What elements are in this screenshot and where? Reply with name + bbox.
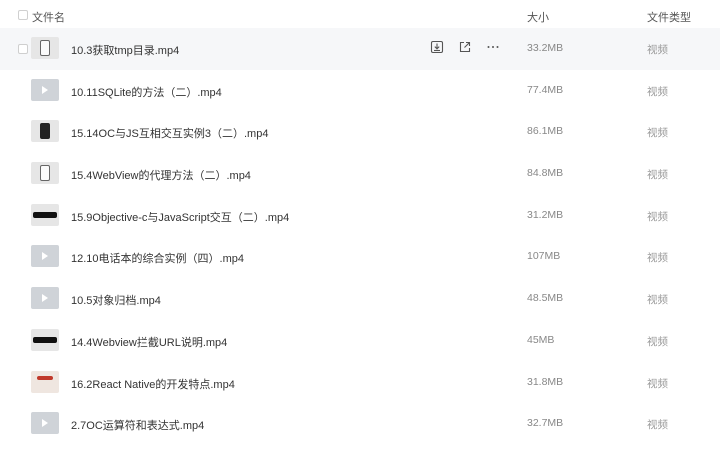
- file-name[interactable]: 10.11SQLite的方法（二）.mp4: [71, 84, 222, 100]
- file-row[interactable]: 10.11SQLite的方法（二）.mp4 77.4MB 视频: [0, 70, 720, 112]
- video-thumbnail: [31, 328, 59, 351]
- file-type: 视频: [647, 169, 668, 182]
- video-thumbnail: [31, 78, 59, 101]
- file-type: 视频: [647, 335, 668, 348]
- column-header-name[interactable]: 文件名: [32, 9, 65, 25]
- row-checkbox[interactable]: [18, 44, 28, 54]
- share-icon[interactable]: [458, 40, 472, 54]
- file-size: 31.8MB: [527, 375, 564, 388]
- file-row[interactable]: 12.10电话本的综合实例（四）.mp4 107MB 视频: [0, 236, 720, 278]
- download-icon[interactable]: [430, 40, 444, 54]
- file-type: 视频: [647, 294, 668, 307]
- file-type: 视频: [647, 252, 668, 265]
- file-name[interactable]: 2.7OC运算符和表达式.mp4: [71, 417, 204, 433]
- video-thumbnail: [31, 37, 59, 59]
- play-icon: [42, 294, 48, 303]
- file-type: 视频: [647, 85, 668, 98]
- file-size: 77.4MB: [527, 83, 564, 96]
- file-type: 视频: [647, 44, 668, 56]
- file-row[interactable]: 15.4WebView的代理方法（二）.mp4 84.8MB 视频: [0, 153, 720, 195]
- file-name[interactable]: 15.14OC与JS互相交互实例3（二）.mp4: [71, 125, 268, 141]
- file-row[interactable]: 16.2React Native的开发特点.mp4 31.8MB 视频: [0, 362, 720, 404]
- file-size: 107MB: [527, 250, 561, 263]
- file-name[interactable]: 10.5对象归档.mp4: [71, 292, 161, 308]
- video-thumbnail: [31, 120, 59, 143]
- column-header-type[interactable]: 文件类型: [647, 9, 691, 25]
- file-type: 视频: [647, 127, 668, 140]
- file-size: 31.2MB: [527, 208, 564, 221]
- video-thumbnail: [31, 412, 59, 435]
- more-icon[interactable]: [486, 40, 500, 54]
- file-name[interactable]: 15.9Objective-c与JavaScript交互（二）.mp4: [71, 209, 289, 225]
- file-list: 10.3获取tmp目录.mp4 33.2MB 视频 10.11SQLite的方法（二）…: [0, 28, 720, 445]
- file-size: 33.2MB: [527, 42, 564, 54]
- file-name[interactable]: 16.2React Native的开发特点.mp4: [71, 376, 235, 392]
- file-type: 视频: [647, 377, 668, 390]
- video-thumbnail: [31, 245, 59, 268]
- file-size: 32.7MB: [527, 417, 564, 430]
- file-row[interactable]: 10.3获取tmp目录.mp4 33.2MB 视频: [0, 28, 720, 70]
- file-name[interactable]: 14.4Webview拦截URL说明.mp4: [71, 334, 227, 350]
- select-all-checkbox[interactable]: [18, 10, 28, 20]
- video-thumbnail: [31, 370, 59, 393]
- video-thumbnail: [31, 287, 59, 310]
- video-thumbnail: [31, 162, 59, 185]
- file-type: 视频: [647, 210, 668, 223]
- file-row[interactable]: 15.14OC与JS互相交互实例3（二）.mp4 86.1MB 视频: [0, 111, 720, 153]
- file-row[interactable]: 2.7OC运算符和表达式.mp4 32.7MB 视频: [0, 403, 720, 445]
- file-size: 48.5MB: [527, 292, 564, 305]
- file-name[interactable]: 12.10电话本的综合实例（四）.mp4: [71, 250, 244, 266]
- play-icon: [42, 419, 48, 428]
- file-size: 84.8MB: [527, 167, 564, 180]
- file-name[interactable]: 15.4WebView的代理方法（二）.mp4: [71, 167, 251, 183]
- video-thumbnail: [31, 203, 59, 226]
- column-header-size[interactable]: 大小: [527, 9, 549, 25]
- file-type: 视频: [647, 419, 668, 432]
- play-icon: [42, 252, 48, 261]
- play-icon: [42, 85, 48, 94]
- file-row[interactable]: 10.5对象归档.mp4 48.5MB 视频: [0, 278, 720, 320]
- file-name[interactable]: 10.3获取tmp目录.mp4: [71, 42, 179, 58]
- file-size: 45MB: [527, 333, 555, 346]
- file-size: 86.1MB: [527, 125, 564, 138]
- file-row[interactable]: 15.9Objective-c与JavaScript交互（二）.mp4 31.2M…: [0, 195, 720, 237]
- file-row[interactable]: 14.4Webview拦截URL说明.mp4 45MB 视频: [0, 320, 720, 362]
